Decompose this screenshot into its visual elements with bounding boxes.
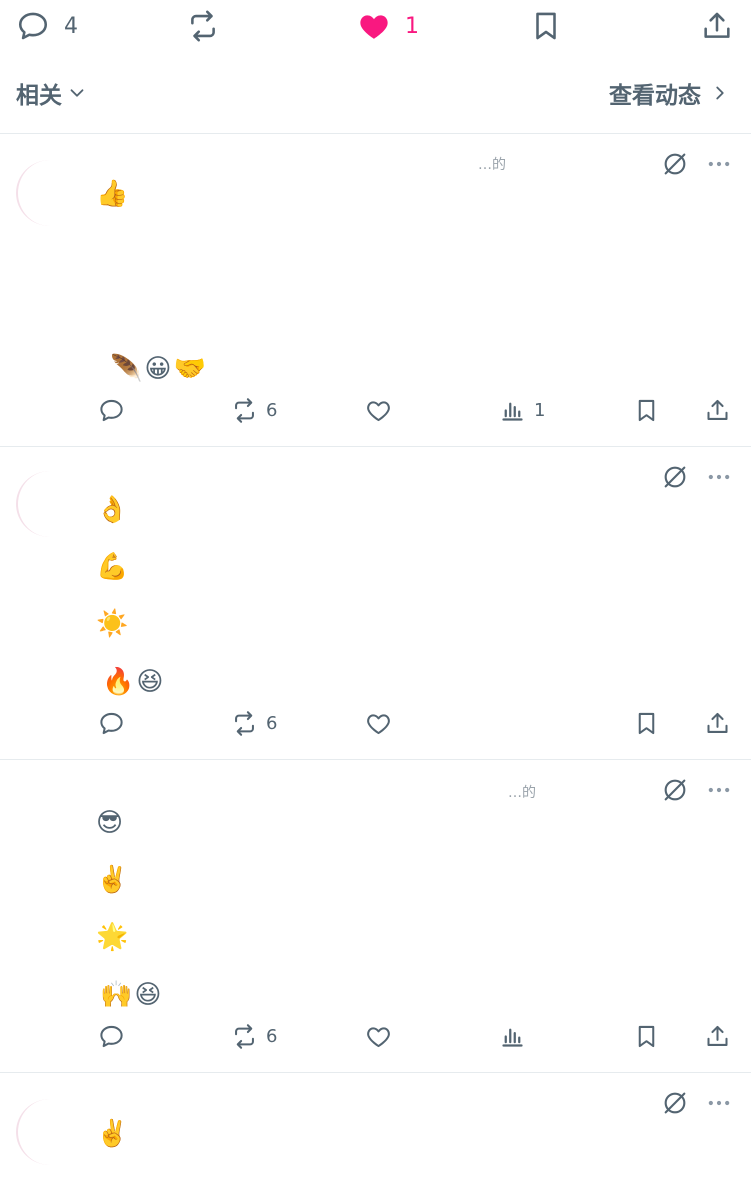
chevron-right-icon <box>716 86 724 100</box>
post-text-line: 🌟 <box>96 922 131 952</box>
tweet-action-bar: 4 1 <box>0 0 751 52</box>
share-icon <box>704 12 730 38</box>
bookmark-icon <box>638 712 655 734</box>
reply-icon <box>100 712 123 734</box>
retweet-icon <box>235 397 254 423</box>
views-count: 1 <box>534 399 546 421</box>
grok-icon[interactable] <box>661 776 689 804</box>
share-icon <box>707 712 728 733</box>
chevron-down-icon <box>70 89 84 97</box>
bookmark-button[interactable] <box>633 1016 660 1056</box>
grok-icon[interactable] <box>661 463 689 491</box>
reply-icon <box>100 1025 123 1047</box>
post-text-line: 🙌😆 <box>100 980 164 1010</box>
avatar[interactable] <box>16 1099 84 1165</box>
reply-button[interactable] <box>98 1016 125 1056</box>
reply-post[interactable]: 👌 💪 ☀️ 🔥😆 6 <box>0 447 751 759</box>
more-icon[interactable] <box>705 463 733 491</box>
like-button[interactable] <box>365 703 392 743</box>
retweet-button[interactable]: 6 <box>231 703 277 743</box>
heart-icon <box>360 15 388 39</box>
grok-icon[interactable] <box>661 150 689 178</box>
more-icon[interactable] <box>705 776 733 804</box>
bookmark-icon <box>638 399 655 421</box>
view-activity-label: 查看动态 <box>609 83 701 109</box>
reply-button[interactable] <box>98 390 125 430</box>
post-text-line: ☀️ <box>96 609 131 639</box>
bookmark-button[interactable] <box>633 390 660 430</box>
heart-icon <box>367 400 390 421</box>
related-label: 相关 <box>16 83 62 109</box>
reply-button[interactable] <box>98 703 125 743</box>
post-text-line: 🪶😀🤝 <box>110 354 208 384</box>
share-button[interactable] <box>700 6 734 46</box>
heart-icon <box>367 1026 390 1047</box>
post-action-row: 6 <box>0 1016 751 1056</box>
retweet-icon <box>235 710 254 736</box>
views-icon <box>502 402 523 421</box>
share-icon <box>707 399 728 420</box>
reply-icon <box>18 12 48 40</box>
reply-post[interactable]: …的 😎 ✌️ 🌟 🙌😆 6 <box>0 760 751 1072</box>
like-button[interactable] <box>365 1016 392 1056</box>
avatar[interactable] <box>16 471 84 537</box>
post-text-line: 💪 <box>96 552 131 582</box>
post-text-line: 😎 <box>96 808 126 838</box>
retweet-button[interactable]: 6 <box>231 1016 277 1056</box>
views-icon <box>502 1028 523 1047</box>
heart-icon <box>367 713 390 734</box>
more-icon[interactable] <box>705 150 733 178</box>
views-button[interactable] <box>499 1016 526 1056</box>
reply-post[interactable]: ✌️ <box>0 1073 751 1200</box>
post-text-line: ✌️ <box>96 1119 131 1149</box>
retweet-count: 6 <box>266 399 278 421</box>
post-action-row: 6 1 <box>0 390 751 430</box>
view-activity-link[interactable]: 查看动态 <box>609 76 731 110</box>
grok-icon[interactable] <box>661 1089 689 1117</box>
share-button[interactable] <box>704 1016 731 1056</box>
retweet-button[interactable] <box>186 6 220 46</box>
post-text-line: 👌 <box>96 495 131 525</box>
share-button[interactable] <box>704 390 731 430</box>
avatar[interactable] <box>16 160 84 226</box>
related-bar: 相关 查看动态 <box>0 66 751 120</box>
views-button[interactable]: 1 <box>499 390 545 430</box>
like-count: 1 <box>405 13 419 39</box>
reply-button[interactable]: 4 <box>16 6 78 46</box>
retweet-button[interactable]: 6 <box>231 390 277 430</box>
retweet-count: 6 <box>266 712 278 734</box>
related-sort-button[interactable]: 相关 <box>16 76 88 110</box>
post-text-line: 👍 <box>96 179 131 209</box>
share-icon <box>707 1025 728 1046</box>
like-button[interactable] <box>365 390 392 430</box>
bookmark-icon <box>536 12 556 40</box>
post-text-line: 🔥😆 <box>102 667 166 697</box>
post-timestamp: …的 <box>478 157 506 173</box>
post-timestamp: …的 <box>508 785 536 801</box>
post-text-line: ✌️ <box>96 865 131 895</box>
more-icon[interactable] <box>705 1089 733 1117</box>
reply-count: 4 <box>64 13 78 39</box>
reply-icon <box>100 399 123 421</box>
retweet-icon <box>191 10 215 42</box>
reply-post[interactable]: …的 👍 🪶😀🤝 6 1 <box>0 134 751 446</box>
post-action-row: 6 <box>0 703 751 743</box>
share-button[interactable] <box>704 703 731 743</box>
bookmark-button[interactable] <box>633 703 660 743</box>
retweet-count: 6 <box>266 1025 278 1047</box>
retweet-icon <box>235 1023 254 1049</box>
bookmark-icon <box>638 1025 655 1047</box>
bookmark-button[interactable] <box>529 6 563 46</box>
like-button[interactable]: 1 <box>357 6 419 46</box>
